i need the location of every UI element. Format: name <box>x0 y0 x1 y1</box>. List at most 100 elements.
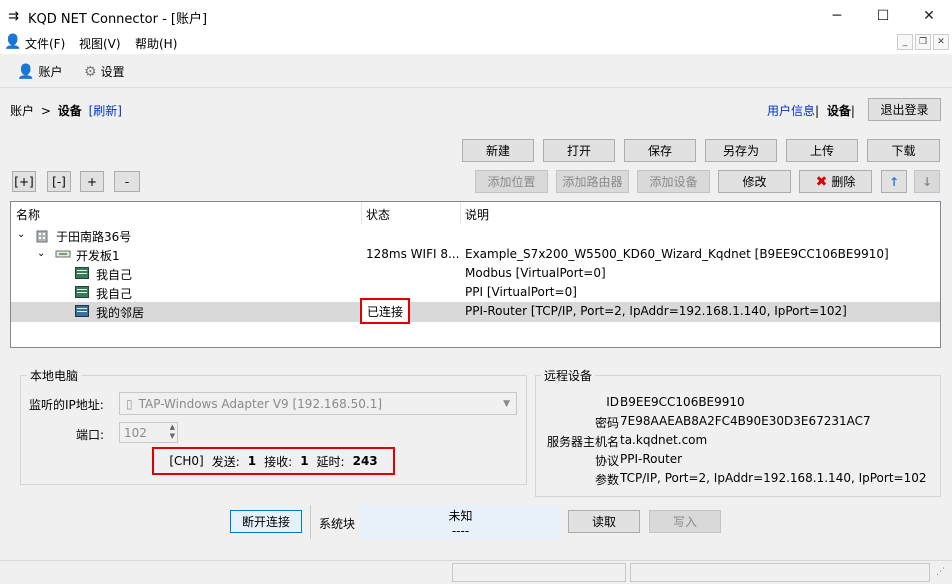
device-icon <box>75 305 89 317</box>
channel-stats: [CH0] 发送: 1 接收: 1 延时: 243 <box>152 447 395 475</box>
remote-row: 参数 TCP/IP, Port=2, IpAddr=192.168.1.140,… <box>545 471 939 490</box>
column-header-desc[interactable]: 说明 <box>465 206 489 223</box>
sysblock-value: 未知 <box>448 509 473 523</box>
status-bar-progress <box>630 563 930 582</box>
resize-grip-icon[interactable]: ⋰ <box>936 567 945 577</box>
mdi-minimize-icon[interactable]: _ <box>897 34 913 50</box>
spinner-icon[interactable]: ▲ ▼ <box>170 423 175 441</box>
move-up-button[interactable]: ↑ <box>881 170 907 193</box>
tree-row-name: 我自己 <box>96 287 133 301</box>
stats-send-label: 发送: <box>211 454 240 469</box>
tree-row-status: 已连接 <box>366 304 403 319</box>
nav-separator: | <box>815 104 820 118</box>
tree-row-router[interactable]: ⌄ 开发板1 128ms WIFI 8... Example_S7x200_W5… <box>11 245 940 264</box>
minimize-button[interactable]: ─ <box>814 0 860 32</box>
breadcrumb-root[interactable]: 账户 <box>10 104 34 118</box>
new-button[interactable]: 新建 <box>462 139 534 162</box>
menu-help[interactable]: 帮助(H) <box>135 35 177 52</box>
user-icon: 👤 <box>4 34 22 50</box>
toolbar-settings-button[interactable]: ⚙ 设置 <box>84 63 125 80</box>
remote-label: 协议 <box>594 454 619 468</box>
chevron-down-icon[interactable]: ⌄ <box>17 229 25 240</box>
breadcrumb-current: 设备 <box>57 104 82 118</box>
tree-row-desc: PPI-Router [TCP/IP, Port=2, IpAddr=192.1… <box>465 304 847 318</box>
status-connected-badge: 已连接 <box>360 298 410 324</box>
tree-row-device[interactable]: 我自己 Modbus [VirtualPort=0] <box>11 264 940 283</box>
kqd-logo-icon: ⇉ <box>8 9 19 24</box>
sysblock-status: 未知 ---- <box>360 505 561 539</box>
delete-button[interactable]: ✖ 删除 <box>799 170 872 193</box>
stats-delay-value: 243 <box>352 454 378 468</box>
breadcrumb-sep: > <box>40 104 51 118</box>
column-header-name[interactable]: 名称 <box>16 206 40 223</box>
read-button[interactable]: 读取 <box>568 510 640 533</box>
save-as-button[interactable]: 另存为 <box>705 139 777 162</box>
delete-x-icon: ✖ <box>815 173 828 190</box>
logout-button[interactable]: 退出登录 <box>868 98 941 121</box>
save-button[interactable]: 保存 <box>624 139 696 162</box>
open-button[interactable]: 打开 <box>543 139 615 162</box>
column-header-status[interactable]: 状态 <box>366 206 390 223</box>
ip-select[interactable]: ▯ TAP-Windows Adapter V9 [192.168.50.1] … <box>119 392 517 415</box>
maximize-button[interactable]: ☐ <box>860 0 906 32</box>
adapter-icon: ▯ <box>126 396 133 411</box>
port-label: 端口: <box>76 428 105 442</box>
close-button[interactable]: ✕ <box>906 0 952 32</box>
remote-label: 服务器主机名 <box>546 435 619 449</box>
user-nav: 用户信息| 设备| <box>767 102 855 119</box>
remote-device-title: 远程设备 <box>541 367 596 384</box>
divider <box>310 505 311 539</box>
port-field[interactable]: 102 ▲ ▼ <box>119 422 178 443</box>
tree-row-desc: Example_S7x200_W5500_KD60_Wizard_Kqdnet … <box>465 247 889 261</box>
remote-value: 7E98AAEAB8A2FC4B90E30D3E67231AC7 <box>620 414 871 428</box>
building-icon <box>35 229 49 243</box>
mdi-close-icon[interactable]: ✕ <box>933 34 949 50</box>
device-tree[interactable]: 名称 状态 说明 ⌄ 于田南路36号 ⌄ 开发板1 128ms WIFI 8..… <box>10 201 941 348</box>
collapse-all-button[interactable]: [-] <box>47 171 71 192</box>
tree-row-desc: Modbus [VirtualPort=0] <box>465 266 606 280</box>
remote-value: TCP/IP, Port=2, IpAddr=192.168.1.140, Ip… <box>620 471 927 485</box>
user-icon: 👤 <box>17 63 35 80</box>
stats-recv-label: 接收: <box>264 454 293 469</box>
stats-send-value: 1 <box>247 454 257 468</box>
mdi-restore-icon[interactable]: ❐ <box>915 34 931 50</box>
tree-row-name: 我的邻居 <box>96 306 145 320</box>
menu-file[interactable]: 文件(F) <box>25 35 65 52</box>
tree-row-device-selected[interactable]: 我的邻居 已连接 PPI-Router [TCP/IP, Port=2, IpA… <box>11 298 940 324</box>
sysblock-sub: ---- <box>451 524 470 538</box>
remote-label: 密码 <box>594 416 619 430</box>
tree-row-location[interactable]: ⌄ 于田南路36号 <box>11 226 940 245</box>
add-device-button[interactable]: 添加设备 <box>637 170 710 193</box>
add-location-button[interactable]: 添加位置 <box>475 170 548 193</box>
device-icon <box>75 267 89 279</box>
expand-all-button[interactable]: [+] <box>12 171 36 192</box>
add-router-button[interactable]: 添加路由器 <box>556 170 629 193</box>
refresh-link[interactable]: [刷新] <box>89 104 122 118</box>
tree-row-name: 于田南路36号 <box>56 230 132 244</box>
device-icon <box>75 286 89 298</box>
user-info-link[interactable]: 用户信息 <box>767 104 815 118</box>
tree-row-name: 我自己 <box>96 268 133 282</box>
download-button[interactable]: 下载 <box>867 139 940 162</box>
modify-button[interactable]: 修改 <box>718 170 791 193</box>
chevron-down-icon[interactable]: ⌄ <box>37 248 45 259</box>
stats-recv-value: 1 <box>300 454 309 468</box>
collapse-button[interactable]: - <box>114 171 140 192</box>
disconnect-button[interactable]: 断开连接 <box>230 510 302 533</box>
router-icon <box>55 248 71 260</box>
menu-view[interactable]: 视图(V) <box>79 35 121 52</box>
tree-row-status: 128ms WIFI 8... <box>366 247 460 261</box>
nav-devices[interactable]: 设备 <box>827 104 851 118</box>
remote-row: 协议 PPI-Router <box>545 452 939 471</box>
remote-row: ID B9EE9CC106BE9910 <box>545 395 939 414</box>
upload-button[interactable]: 上传 <box>786 139 858 162</box>
tree-row-device[interactable]: 我自己 PPI [VirtualPort=0] <box>11 283 940 302</box>
remote-row: 密码 7E98AAEAB8A2FC4B90E30D3E67231AC7 <box>545 414 939 433</box>
ip-select-value: TAP-Windows Adapter V9 [192.168.50.1] <box>138 396 383 411</box>
remote-row: 服务器主机名 ta.kqdnet.com <box>545 433 939 452</box>
arrow-down-icon: ↓ <box>921 174 933 189</box>
move-down-button[interactable]: ↓ <box>914 170 940 193</box>
toolbar-account-button[interactable]: 👤 账户 <box>17 63 62 80</box>
expand-button[interactable]: + <box>80 171 104 192</box>
write-button[interactable]: 写入 <box>649 510 721 533</box>
